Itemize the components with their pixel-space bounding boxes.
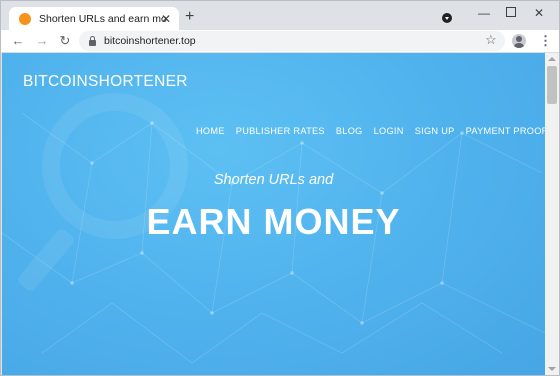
browser-toolbar: ← → ↻ bitcoinshortener.top ☆ ⋮	[1, 30, 559, 53]
reload-button[interactable]: ↻	[57, 33, 73, 49]
nav-link-payment-proof[interactable]: PAYMENT PROOF	[466, 126, 545, 136]
site-logo[interactable]: BITCOINSHORTENER	[23, 73, 188, 91]
scroll-down-arrow-icon[interactable]	[548, 367, 556, 371]
forward-button[interactable]: →	[34, 33, 50, 49]
nav-link-login[interactable]: LOGIN	[374, 126, 404, 136]
nav-link-home[interactable]: HOME	[196, 126, 225, 136]
page-viewport: BITCOINSHORTENER HOME PUBLISHER RATES BL…	[2, 53, 545, 375]
account-icon[interactable]	[512, 34, 526, 48]
maximize-icon	[506, 7, 516, 17]
close-tab-icon[interactable]: ✕	[161, 12, 171, 26]
browser-tab[interactable]: Shorten URLs and earn money. U ✕	[9, 7, 179, 31]
tab-title: Shorten URLs and earn money. U	[39, 13, 167, 25]
nav-link-publisher-rates[interactable]: PUBLISHER RATES	[236, 126, 325, 136]
vertical-scrollbar[interactable]	[545, 53, 559, 375]
scroll-up-arrow-icon[interactable]	[548, 57, 556, 61]
browser-window: Shorten URLs and earn money. U ✕ + — ✕ ←…	[0, 0, 560, 376]
minimize-button[interactable]: —	[477, 6, 491, 20]
nav-link-blog[interactable]: BLOG	[336, 126, 363, 136]
lock-icon[interactable]	[89, 35, 96, 46]
tab-strip: Shorten URLs and earn money. U ✕ + — ✕	[1, 1, 559, 31]
hero-subtitle: Shorten URLs and	[213, 172, 334, 188]
bitcoin-icon	[19, 13, 31, 25]
hero-title: EARN MONEY	[146, 201, 401, 242]
new-tab-button[interactable]: +	[185, 9, 194, 25]
bookmark-star-icon[interactable]: ☆	[485, 32, 497, 48]
nav-link-sign-up[interactable]: SIGN UP	[415, 126, 455, 136]
tab-search-icon[interactable]	[442, 13, 452, 23]
address-bar[interactable]: bitcoinshortener.top	[79, 31, 505, 51]
browser-menu-icon[interactable]: ⋮	[539, 33, 552, 49]
close-window-button[interactable]: ✕	[532, 6, 546, 20]
site-navigation: HOME PUBLISHER RATES BLOG LOGIN SIGN UP …	[196, 126, 545, 136]
url-text[interactable]: bitcoinshortener.top	[104, 35, 196, 47]
maximize-button[interactable]	[504, 6, 518, 20]
scrollbar-thumb[interactable]	[547, 66, 557, 104]
back-button[interactable]: ←	[10, 33, 26, 49]
